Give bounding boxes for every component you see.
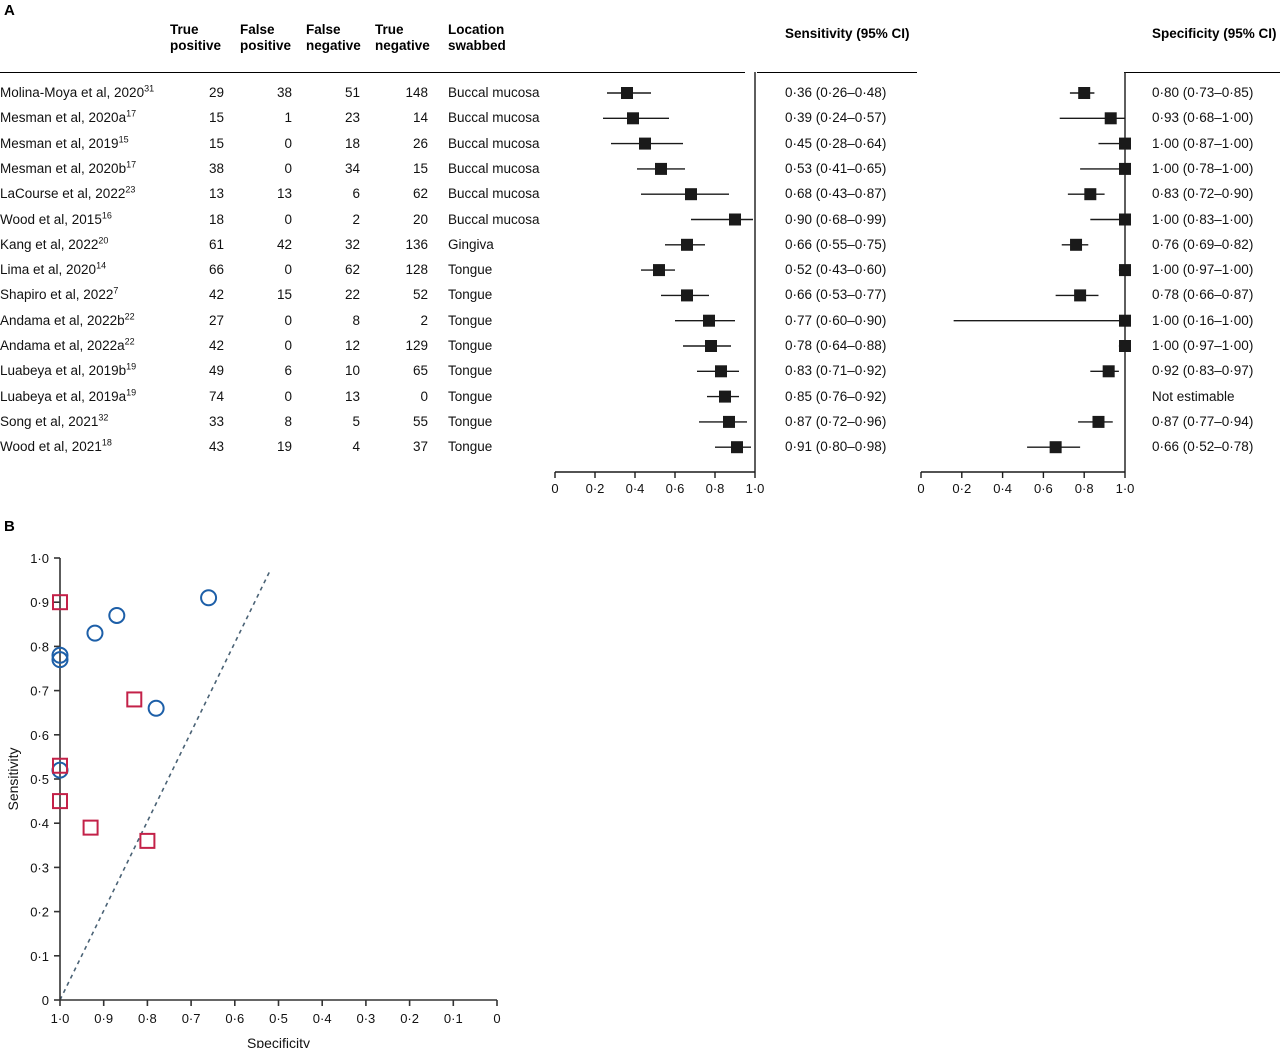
forest-point-marker [1119,314,1131,327]
figure-root: A True positive False positive False neg… [0,0,1280,1051]
forest-point-marker [1119,137,1131,150]
roc-point-square [139,832,156,849]
roc-x-tick-label: 0·9 [94,1011,113,1026]
roc-y-tick-label: 0·8 [30,639,49,654]
forest-point-marker [1119,213,1131,226]
roc-x-tick-label: 0·4 [313,1011,332,1026]
roc-x-tick-label: 0·1 [444,1011,463,1026]
roc-y-tick-label: 0·3 [30,860,49,875]
forest-x-tick-label: 1·0 [1116,481,1135,496]
forest-point-marker [1074,289,1087,302]
forest-point-marker [1070,238,1083,251]
forest-point-marker [1104,112,1117,125]
roc-diagonal-reference-line [59,570,271,1001]
roc-y-tick-label: 1·0 [30,551,49,566]
panel-b: B 0 0·1 0·2 0·3 0·4 0·5 0·6 0·7 0·8 0·9 1·0 1·0 0·9 0… [0,510,1280,1051]
specificity-forest-plot: 0 0·2 0·4 0·6 0·8 1·0 [917,72,1135,496]
roc-point-circle [86,624,104,642]
panel-a: A True positive False positive False neg… [0,0,1280,510]
roc-x-tick-label: 0·2 [400,1011,419,1026]
forest-point-marker [1078,87,1091,99]
roc-point-square [126,691,143,708]
roc-y-tick-label: 0·7 [30,684,49,699]
forest-point-marker [1092,415,1105,428]
roc-scatter-plot: 0 0·1 0·2 0·3 0·4 0·5 0·6 0·7 0·8 0·9 1·0 1·0 0·9 0·8… [5,551,501,1051]
roc-y-tick-label: 0·9 [30,595,49,610]
roc-point-circle [200,589,218,607]
roc-x-tick-label: 1·0 [51,1011,70,1026]
roc-y-tick-label: 0·5 [30,772,49,787]
roc-y-axis-title: Sensitivity [5,747,21,810]
forest-point-marker [1119,162,1131,175]
roc-x-tick-label: 0·8 [138,1011,157,1026]
roc-x-tick-label: 0·6 [225,1011,244,1026]
forest-point-marker [1119,340,1131,352]
forest-point-marker [1084,188,1097,201]
roc-x-axis-title: Specificity [247,1035,310,1048]
roc-point-square [82,819,99,836]
forest-x-tick-label: 0·8 [1075,481,1094,496]
forest-point-marker [1049,441,1062,454]
forest-point-marker [1119,264,1131,277]
roc-y-tick-label: 0·4 [30,816,49,831]
roc-y-tick-label: 0 [42,993,49,1008]
roc-y-tick-label: 0·6 [30,728,49,743]
forest-x-tick-label: 0·6 [1034,481,1053,496]
panel-b-letter: B [4,518,15,535]
roc-x-tick-label: 0·7 [182,1011,201,1026]
forest-x-tick-label: 0 [917,481,924,496]
roc-y-tick-label: 0·1 [30,949,49,964]
roc-x-tick-label: 0 [493,1011,500,1026]
forest-x-tick-label: 0·4 [993,481,1012,496]
roc-y-tick-label: 0·2 [30,905,49,920]
forest-x-tick-label: 0·2 [952,481,971,496]
roc-point-circle [147,699,165,717]
roc-x-tick-label: 0·3 [357,1011,376,1026]
roc-point-circle [108,606,126,624]
forest-point-marker [1102,365,1115,378]
roc-x-tick-label: 0·5 [269,1011,288,1026]
